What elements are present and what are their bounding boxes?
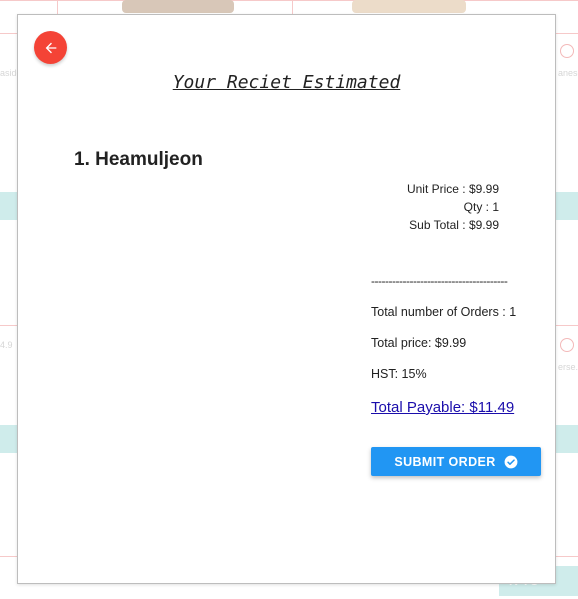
total-price: Total price: $9.99: [371, 336, 467, 350]
hst-rate: HST: 15%: [371, 367, 427, 381]
bg-divider: [0, 0, 578, 1]
receipt-modal: Your Reciet Estimated 1. Heamuljeon Unit…: [17, 14, 556, 584]
item-price-details: Unit Price : $9.99 Qty : 1 Sub Total : $…: [407, 180, 499, 234]
bg-divider: [0, 325, 17, 326]
bg-food-image: [352, 0, 466, 13]
bg-band: [556, 425, 578, 453]
bg-divider: [57, 0, 58, 14]
bg-circle-icon: [560, 44, 574, 58]
back-button[interactable]: [34, 31, 67, 64]
quantity: Qty : 1: [463, 200, 499, 214]
bg-circle-icon: [560, 338, 574, 352]
submit-order-button[interactable]: SUBMIT ORDER: [371, 447, 541, 476]
bg-text-fragment: anese: [558, 68, 578, 78]
total-orders: Total number of Orders : 1: [371, 305, 517, 319]
bg-band: [0, 425, 17, 453]
unit-price: Unit Price : $9.99: [406, 182, 499, 196]
bg-divider: [0, 556, 17, 557]
order-item-name: 1. Heamuljeon: [74, 149, 203, 170]
bg-band: [556, 192, 578, 220]
bg-food-image: [122, 0, 234, 13]
total-payable-link[interactable]: Total Payable: $11.49: [371, 399, 514, 416]
check-circle-icon: [504, 455, 518, 468]
submit-order-label: SUBMIT ORDER: [394, 454, 496, 469]
summary-divider: ---------------------------------------: [371, 274, 508, 288]
bg-text-fragment: 4.9: [0, 340, 13, 350]
bg-divider: [556, 556, 578, 557]
sub-total: Sub Total : $9.99: [409, 218, 499, 232]
bg-divider: [556, 325, 578, 326]
bg-text-fragment: erse.S: [558, 362, 578, 372]
receipt-title: Your Reciet Estimated: [172, 72, 401, 93]
bg-band: [0, 192, 17, 220]
arrow-left-icon: [45, 42, 56, 53]
bg-divider: [292, 0, 293, 14]
